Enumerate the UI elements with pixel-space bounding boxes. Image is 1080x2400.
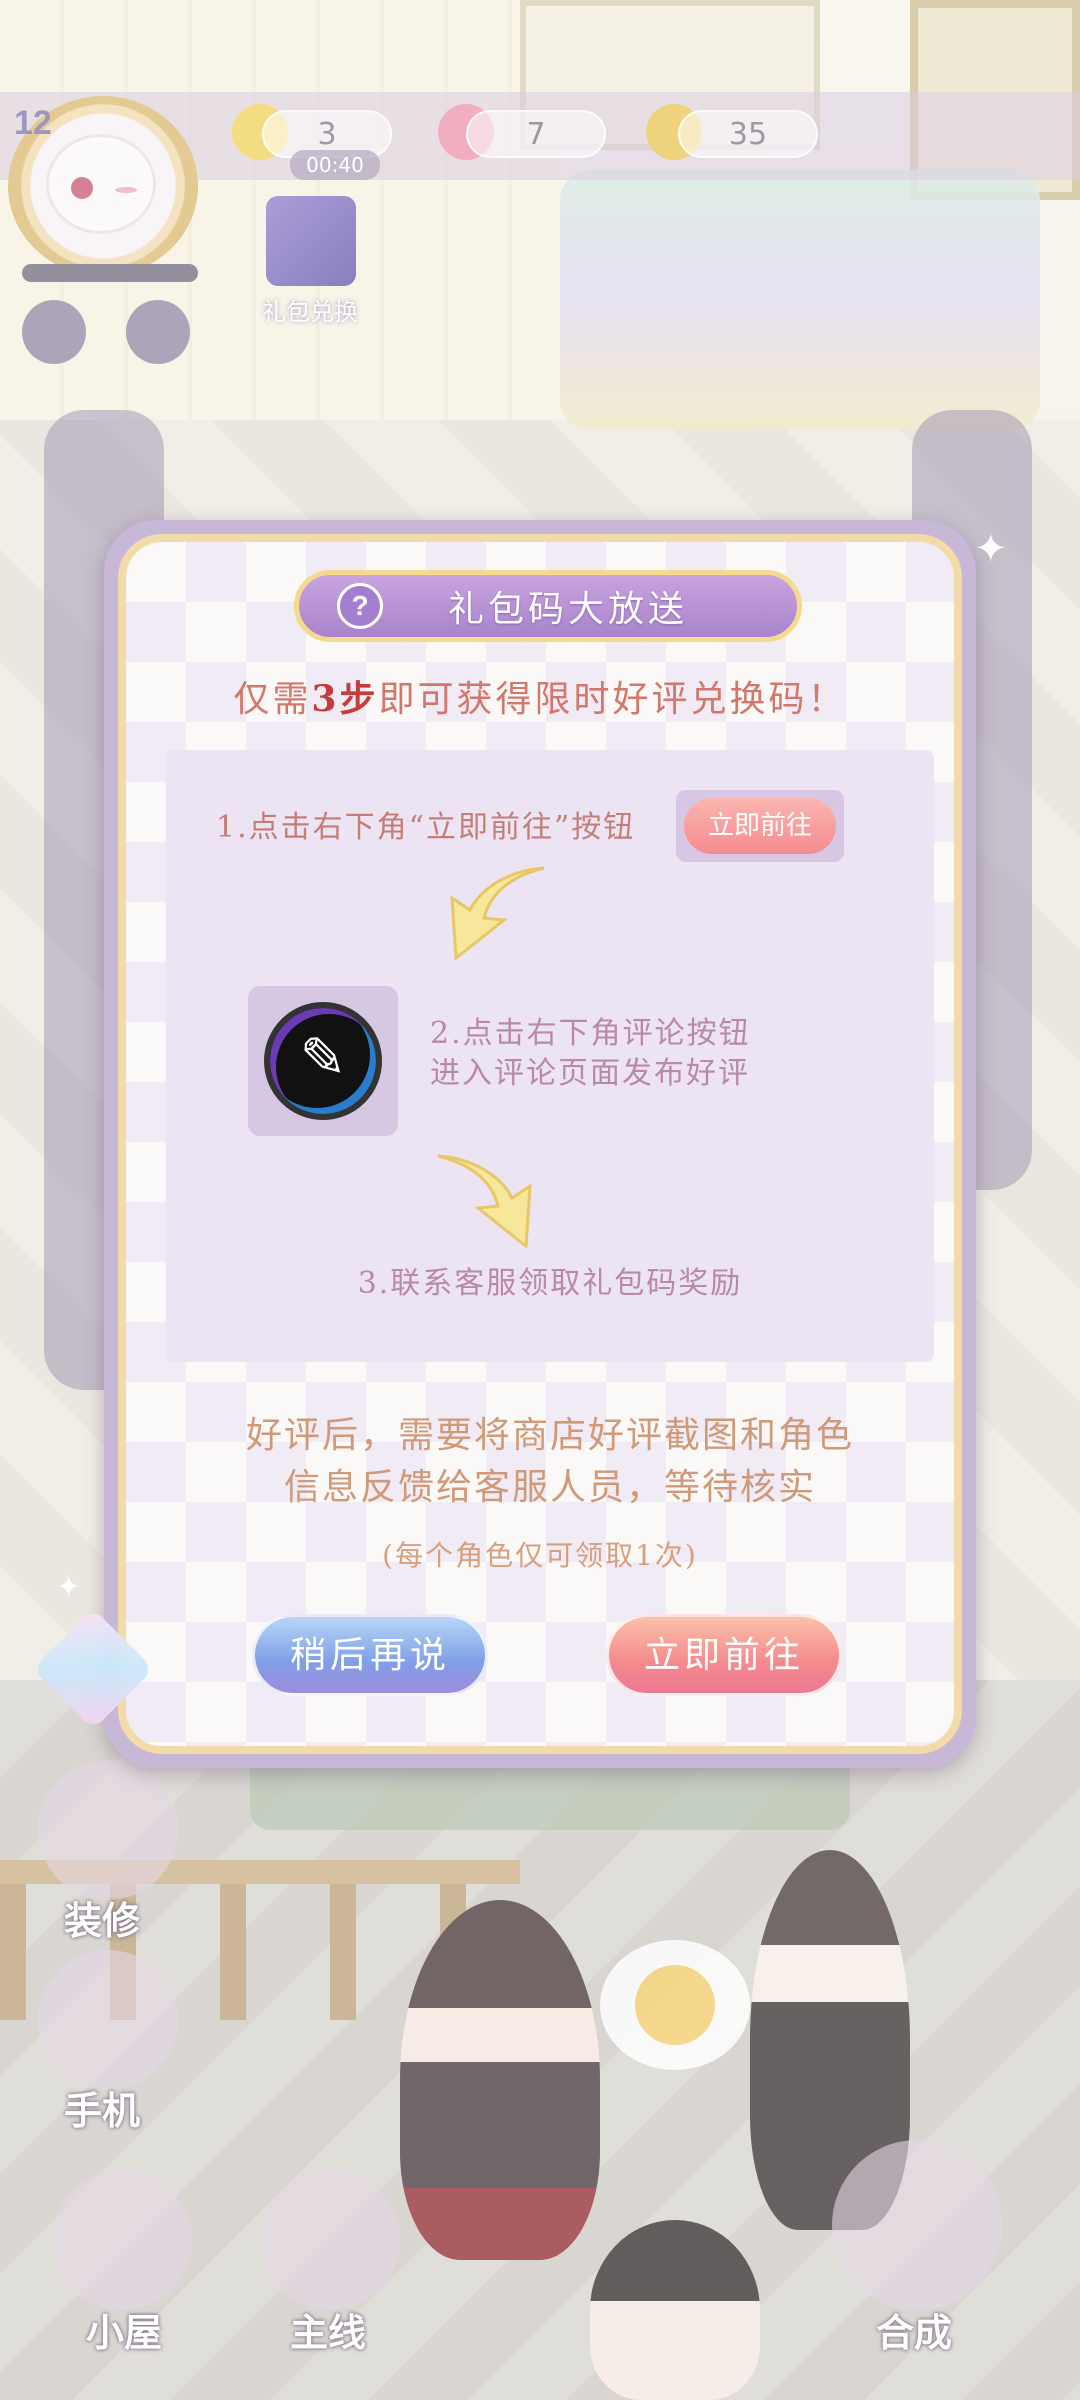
- step-1-text: 1.点击右下角“立即前往”按钮: [216, 810, 636, 845]
- subtitle-post: 即可获得限时好评兑换码！: [378, 679, 847, 720]
- dialog-note: 好评后，需要将商店好评截图和角色 信息反馈给客服人员，等待核实: [166, 1410, 934, 1514]
- sparkle-icon: ✦: [56, 1570, 82, 1605]
- sparkle-icon: ✦: [974, 526, 1008, 572]
- down-right-arrow-icon: [437, 1154, 532, 1249]
- later-button[interactable]: 稍后再说: [252, 1614, 488, 1696]
- dialog-title: 礼包码大放送: [447, 589, 688, 630]
- review-code-dialog: ? 礼包码大放送 仅需3步即可获得限时好评兑换码！ 1.点击右下角“立即前往”按…: [104, 520, 976, 1768]
- dialog-subtitle: 仅需3步即可获得限时好评兑换码！: [126, 670, 954, 722]
- subtitle-steps: 3步: [311, 678, 379, 720]
- step-3-text: 3.联系客服领取礼包码奖励: [357, 1266, 743, 1301]
- step-2-text: 2.点击右下角评论按钮 进入评论页面发布好评: [430, 1014, 751, 1094]
- steps-panel: 1.点击右下角“立即前往”按钮 立即前往 2.点击右下角评论按钮 进入评论页面发…: [166, 750, 934, 1362]
- dialog-limit-note: (每个角色仅可领取1次): [382, 1539, 698, 1572]
- step-1-example-label: 立即前往: [684, 798, 836, 854]
- comment-pen-icon: [264, 1002, 382, 1120]
- step-2-line-2: 进入评论页面发布好评: [430, 1056, 750, 1091]
- step-2-line-1: 2.点击右下角评论按钮: [430, 1016, 751, 1051]
- note-line-2: 信息反馈给客服人员，等待核实: [283, 1467, 816, 1508]
- dialog-title-ribbon: ? 礼包码大放送: [294, 570, 802, 642]
- go-now-button[interactable]: 立即前往: [606, 1614, 842, 1696]
- subtitle-pre: 仅需: [233, 679, 312, 720]
- comment-button-example: [248, 986, 398, 1136]
- help-icon[interactable]: ?: [337, 583, 383, 629]
- step-1-example-button: 立即前往: [676, 790, 844, 862]
- down-left-arrow-icon: [450, 866, 545, 961]
- dialog-body: ? 礼包码大放送 仅需3步即可获得限时好评兑换码！ 1.点击右下角“立即前往”按…: [118, 534, 962, 1754]
- note-line-1: 好评后，需要将商店好评截图和角色: [245, 1415, 854, 1456]
